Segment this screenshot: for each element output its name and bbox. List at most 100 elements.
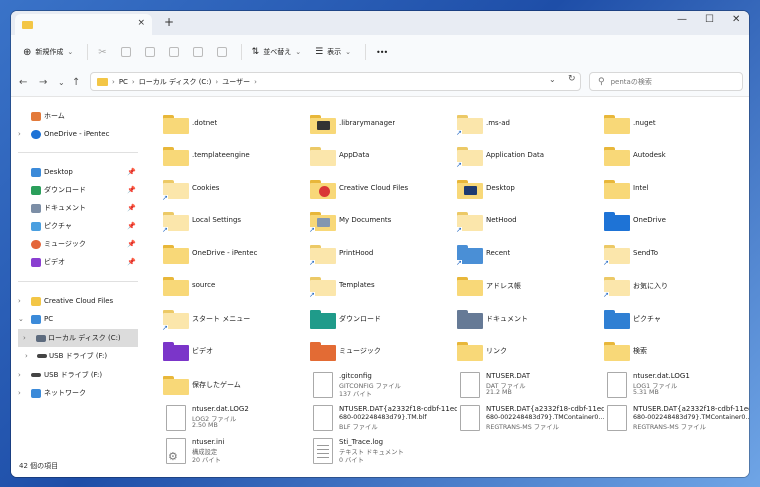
view-button[interactable]: ☰ 表示 ⌄ — [315, 47, 351, 57]
folder-item[interactable]: ↗ Application Data — [456, 143, 597, 175]
folder-item[interactable]: ↗ .ms-ad — [456, 111, 597, 143]
folder-item[interactable]: ↗ SendTo — [603, 241, 744, 273]
folder-item[interactable]: ↗ NetHood — [456, 208, 597, 240]
recent-chevron-icon[interactable]: ⌄ — [58, 78, 65, 87]
folder-item[interactable]: ↗ Recent — [456, 241, 597, 273]
copy-button[interactable] — [120, 47, 131, 57]
folder-icon — [163, 115, 189, 134]
folder-item[interactable]: .nuget — [604, 111, 744, 143]
sidebar-item-usb-f[interactable]: › USB ドライブ (F:) — [11, 366, 138, 384]
sidebar-item-pictures[interactable]: ピクチャ 📌 — [11, 217, 138, 235]
folder-item[interactable]: Creative Cloud Files — [310, 176, 450, 208]
maximize-button[interactable]: ☐ — [705, 14, 714, 25]
search-field[interactable]: ⚲ pentaの検索 — [589, 72, 743, 91]
folder-item[interactable]: ドキュメント — [457, 306, 597, 338]
sidebar-item-usb-f-nested[interactable]: › USB ドライブ (F:) — [11, 347, 138, 365]
tab-users[interactable]: × — [15, 14, 152, 35]
breadcrumb-local-disk[interactable]: ローカル ディスク (C:) — [139, 77, 212, 87]
folder-item[interactable]: Intel — [604, 176, 744, 208]
sidebar-item-label: OneDrive - iPentec — [44, 130, 110, 138]
sidebar-item-downloads[interactable]: ダウンロード 📌 — [11, 181, 138, 199]
shortcut-arrow-icon: ↗ — [456, 161, 462, 169]
pin-icon[interactable]: 📌 — [127, 258, 136, 266]
folder-item[interactable]: ↗ スタート メニュー — [162, 306, 303, 338]
sidebar-item-local-disk[interactable]: › ローカル ディスク (C:) — [18, 329, 138, 347]
sidebar-item-network[interactable]: › ネットワーク — [11, 384, 138, 402]
file-item[interactable]: ntuser.dat.LOG2 LOG2 ファイル 2.50 MB — [163, 405, 303, 437]
folder-item[interactable]: AppData — [310, 143, 450, 175]
new-tab-button[interactable]: + — [164, 15, 174, 29]
folder-item[interactable]: .librarymanager — [310, 111, 450, 143]
chevron-down-icon: ⌄ — [67, 48, 74, 56]
folder-item[interactable]: .templateengine — [163, 143, 303, 175]
pin-icon[interactable]: 📌 — [127, 240, 136, 248]
delete-button[interactable] — [216, 47, 227, 57]
folder-item[interactable]: リンク — [457, 338, 597, 370]
pin-icon[interactable]: 📌 — [127, 204, 136, 212]
item-name: NTUSER.DAT{a2332f18-cdbf-11ec-8 — [633, 405, 749, 413]
folder-item[interactable]: OneDrive — [604, 208, 744, 240]
folder-item[interactable]: ↗ My Documents — [309, 208, 450, 240]
pin-icon[interactable]: 📌 — [127, 168, 136, 176]
folder-item[interactable]: ↗ Cookies — [162, 176, 303, 208]
folder-item[interactable]: Autodesk — [604, 143, 744, 175]
folder-item[interactable]: Desktop — [457, 176, 597, 208]
file-item[interactable]: NTUSER.DAT DAT ファイル 21.2 MB — [457, 372, 597, 404]
paste-button[interactable] — [144, 47, 155, 57]
folder-item[interactable]: 検索 — [604, 338, 744, 370]
item-size: 137 バイト — [339, 391, 372, 398]
file-item[interactable]: NTUSER.DAT{a2332f18-cdbf-11ec-8 680-00224… — [604, 405, 749, 437]
tab-close-button[interactable]: × — [137, 18, 145, 28]
cut-button[interactable]: ✂ — [98, 47, 106, 58]
new-button[interactable]: ⊕ 新規作成 ⌄ — [23, 47, 73, 58]
folder-item[interactable]: ↗ お気に入り — [603, 273, 744, 305]
folder-item[interactable]: ↗ PrintHood — [309, 241, 450, 273]
more-button[interactable]: ••• — [376, 48, 388, 57]
item-type: BLF ファイル — [339, 424, 378, 431]
pin-icon[interactable]: 📌 — [127, 186, 136, 194]
file-item[interactable]: Sti_Trace.log テキスト ドキュメント 0 バイト — [310, 438, 450, 470]
back-arrow-icon[interactable]: ← — [19, 77, 27, 88]
folder-item[interactable]: ↗ Templates — [309, 273, 450, 305]
breadcrumb-pc[interactable]: PC — [119, 78, 128, 86]
folder-item[interactable]: ダウンロード — [310, 306, 450, 338]
sidebar-item-creative-cloud[interactable]: › Creative Cloud Files — [11, 292, 138, 310]
breadcrumb-users[interactable]: ユーザー — [222, 77, 250, 87]
folder-item[interactable]: ピクチャ — [604, 306, 744, 338]
folder-item[interactable]: OneDrive - iPentec — [163, 241, 303, 273]
share-button[interactable] — [192, 47, 203, 57]
sidebar-item-pc[interactable]: ⌄ PC — [11, 310, 138, 328]
file-item[interactable]: ntuser.dat.LOG1 LOG1 ファイル 5.31 MB — [604, 372, 744, 404]
sidebar-item-desktop[interactable]: Desktop 📌 — [11, 163, 138, 181]
folder-item[interactable]: source — [163, 273, 303, 305]
up-arrow-icon[interactable]: ↑ — [72, 77, 80, 88]
sidebar-item-label: ホーム — [44, 112, 65, 120]
rename-button[interactable] — [168, 47, 179, 57]
sidebar-item-onedrive[interactable]: › OneDrive - iPentec — [11, 125, 138, 143]
sidebar-item-documents[interactable]: ドキュメント 📌 — [11, 199, 138, 217]
file-item[interactable]: .gitconfig GITCONFIG ファイル 137 バイト — [310, 372, 450, 404]
item-name: 検索 — [633, 347, 647, 355]
sort-button[interactable]: ⇅ 並べ替え ⌄ — [252, 47, 301, 57]
address-dropdown-icon[interactable]: ⌄ — [549, 75, 556, 84]
sidebar-item-home[interactable]: ホーム — [11, 107, 138, 125]
folder-item[interactable]: .dotnet — [163, 111, 303, 143]
pin-icon[interactable]: 📌 — [127, 222, 136, 230]
folder-item[interactable]: ビデオ — [163, 338, 303, 370]
divider — [87, 44, 89, 60]
forward-arrow-icon[interactable]: → — [39, 77, 47, 88]
address-field[interactable]: › PC › ローカル ディスク (C:) › ユーザー › — [90, 72, 581, 91]
folder-item[interactable]: アドレス帳 — [457, 273, 597, 305]
folder-item[interactable]: 保存したゲーム — [163, 372, 303, 404]
sidebar-item-music[interactable]: ミュージック 📌 — [11, 235, 138, 253]
refresh-icon[interactable]: ↻ — [568, 74, 576, 84]
sidebar-item-videos[interactable]: ビデオ 📌 — [11, 253, 138, 271]
close-button[interactable]: ✕ — [732, 14, 740, 25]
minimize-button[interactable]: — — [677, 14, 687, 25]
file-item[interactable]: NTUSER.DAT{a2332f18-cdbf-11ec-8 680-00224… — [457, 405, 604, 437]
folder-shortcut-icon: ↗ — [603, 277, 630, 299]
file-item[interactable]: NTUSER.DAT{a2332f18-cdbf-11ec-8 680-00224… — [310, 405, 457, 437]
folder-item[interactable]: ミュージック — [310, 338, 450, 370]
file-item[interactable]: ⚙ ntuser.ini 構成設定 20 バイト — [163, 438, 303, 470]
folder-item[interactable]: ↗ Local Settings — [162, 208, 303, 240]
